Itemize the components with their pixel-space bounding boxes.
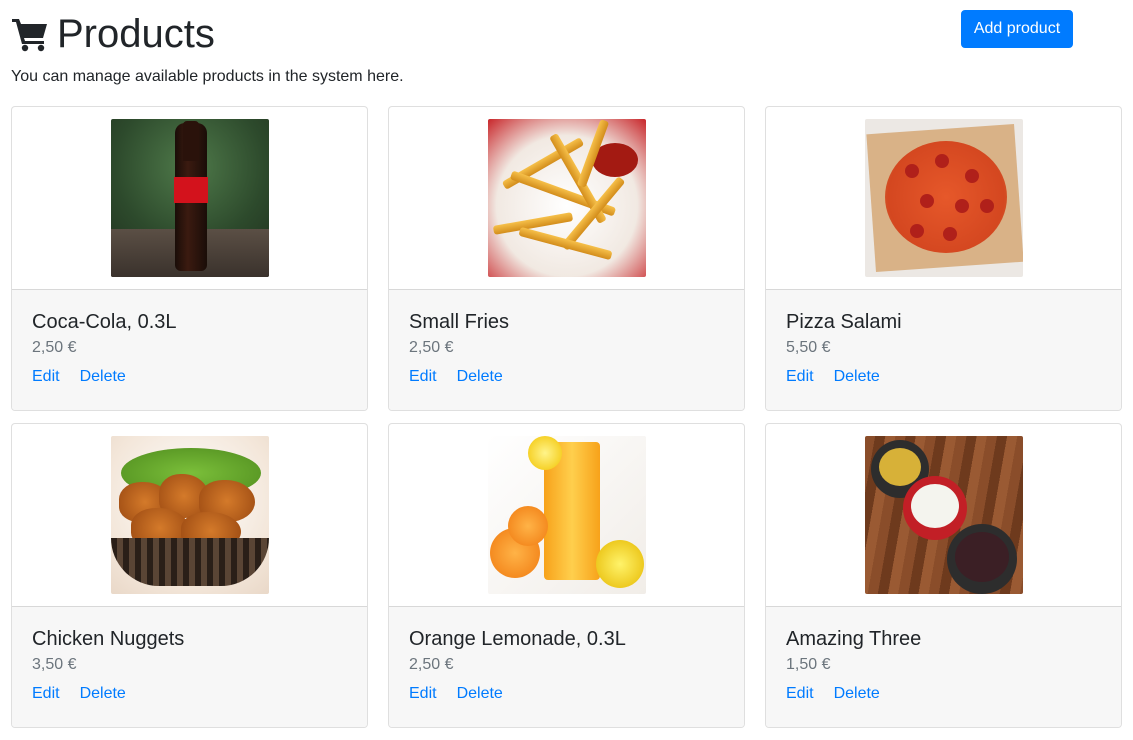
product-image-area (766, 107, 1121, 289)
product-card-body: Orange Lemonade, 0.3L 2,50 € Edit Delete (389, 606, 744, 727)
product-actions: Edit Delete (409, 684, 724, 704)
product-name: Amazing Three (786, 628, 922, 650)
delete-link[interactable]: Delete (457, 684, 503, 704)
product-name: Chicken Nuggets (32, 628, 185, 650)
product-name: Orange Lemonade, 0.3L (409, 628, 626, 650)
delete-link[interactable]: Delete (80, 684, 126, 704)
product-image (864, 436, 1023, 594)
delete-link[interactable]: Delete (834, 684, 880, 704)
page-header: Products (11, 10, 215, 58)
product-price: 1,50 € (786, 656, 831, 673)
product-actions: Edit Delete (786, 684, 1101, 704)
product-name: Pizza Salami (786, 311, 902, 333)
product-actions: Edit Delete (409, 367, 724, 387)
product-image (864, 119, 1023, 277)
product-image (110, 119, 269, 277)
product-name: Coca-Cola, 0.3L (32, 311, 177, 333)
edit-link[interactable]: Edit (409, 367, 437, 387)
product-card: Coca-Cola, 0.3L 2,50 € Edit Delete (11, 106, 368, 411)
product-price: 5,50 € (786, 339, 831, 356)
add-product-button[interactable]: Add product (961, 10, 1073, 48)
product-card: Chicken Nuggets 3,50 € Edit Delete (11, 423, 368, 728)
product-price: 2,50 € (409, 339, 454, 356)
product-image-area (12, 424, 367, 606)
shopping-cart-icon (11, 16, 49, 52)
edit-link[interactable]: Edit (409, 684, 437, 704)
product-grid: Coca-Cola, 0.3L 2,50 € Edit Delete Small… (11, 106, 1122, 728)
product-image (487, 436, 646, 594)
product-image-area (12, 107, 367, 289)
products-page: Products Add product You can manage avai… (0, 0, 1133, 740)
product-card: Small Fries 2,50 € Edit Delete (388, 106, 745, 411)
product-card-body: Amazing Three 1,50 € Edit Delete (766, 606, 1121, 727)
product-card: Orange Lemonade, 0.3L 2,50 € Edit Delete (388, 423, 745, 728)
edit-link[interactable]: Edit (786, 367, 814, 387)
product-price: 2,50 € (409, 656, 454, 673)
delete-link[interactable]: Delete (834, 367, 880, 387)
product-price: 3,50 € (32, 656, 77, 673)
delete-link[interactable]: Delete (457, 367, 503, 387)
product-image (110, 436, 269, 594)
product-card-body: Chicken Nuggets 3,50 € Edit Delete (12, 606, 367, 727)
product-card-body: Pizza Salami 5,50 € Edit Delete (766, 289, 1121, 410)
product-card: Pizza Salami 5,50 € Edit Delete (765, 106, 1122, 411)
product-image (487, 119, 646, 277)
product-image-area (766, 424, 1121, 606)
product-name: Small Fries (409, 311, 510, 333)
product-actions: Edit Delete (32, 684, 347, 704)
product-card-body: Small Fries 2,50 € Edit Delete (389, 289, 744, 410)
product-price: 2,50 € (32, 339, 77, 356)
edit-link[interactable]: Edit (32, 367, 60, 387)
page-title: Products (57, 12, 215, 56)
product-card-body: Coca-Cola, 0.3L 2,50 € Edit Delete (12, 289, 367, 410)
product-card: Amazing Three 1,50 € Edit Delete (765, 423, 1122, 728)
product-image-area (389, 424, 744, 606)
product-image-area (389, 107, 744, 289)
product-actions: Edit Delete (786, 367, 1101, 387)
page-subtitle: You can manage available products in the… (11, 68, 404, 85)
delete-link[interactable]: Delete (80, 367, 126, 387)
edit-link[interactable]: Edit (786, 684, 814, 704)
product-actions: Edit Delete (32, 367, 347, 387)
edit-link[interactable]: Edit (32, 684, 60, 704)
